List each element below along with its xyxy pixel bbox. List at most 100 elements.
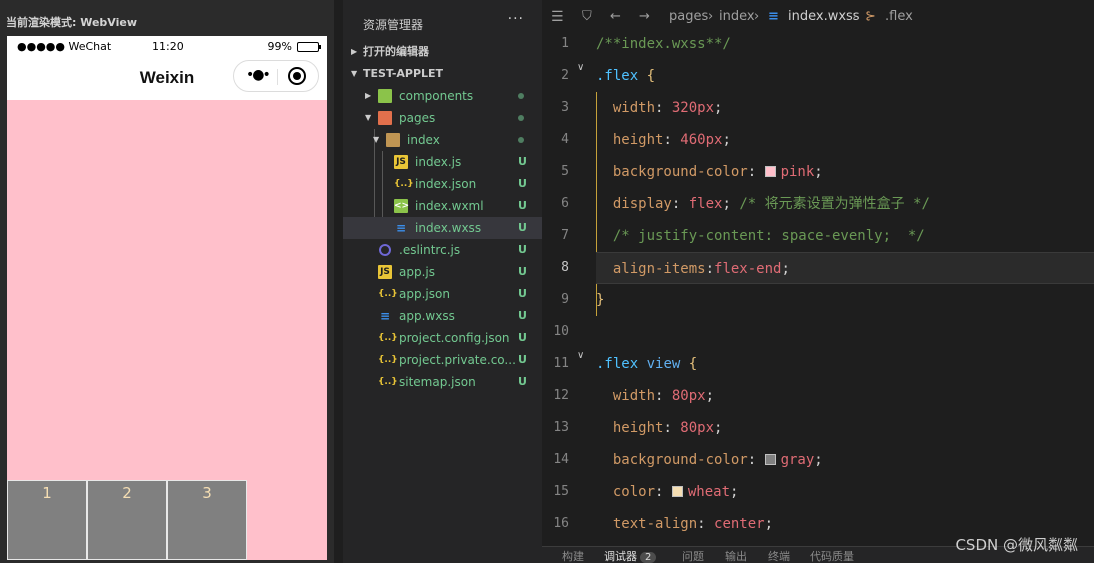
- tree-file-project-private[interactable]: {..} project.private.co... U: [343, 349, 542, 371]
- capsule-menu[interactable]: •●•: [233, 60, 319, 92]
- line-number: 10: [553, 324, 569, 339]
- chevron-right-icon: ▶: [365, 91, 372, 100]
- more-actions-icon[interactable]: ···: [508, 11, 524, 27]
- code-property: display: [612, 196, 672, 212]
- tree-file-sitemap[interactable]: {..} sitemap.json U: [343, 371, 542, 393]
- code-line: }: [596, 284, 1094, 316]
- modified-dot: [518, 115, 524, 121]
- line-number: 9: [561, 292, 569, 307]
- tree-file-project-config[interactable]: {..} project.config.json U: [343, 327, 542, 349]
- tree-folder-index[interactable]: ▼ index: [343, 129, 542, 151]
- line-number: 8: [561, 260, 569, 275]
- tree-file-app-js[interactable]: JS app.js U: [343, 261, 542, 283]
- color-swatch[interactable]: [764, 454, 776, 465]
- line-number: 15: [553, 484, 569, 499]
- tree-file-index-js[interactable]: JS index.js U: [343, 151, 542, 173]
- css-file-icon: ≡: [379, 309, 391, 323]
- git-status: U: [518, 243, 527, 256]
- breadcrumb-item[interactable]: index: [719, 9, 755, 24]
- battery-status: 99%: [267, 40, 321, 53]
- carrier-label: ●●●●● WeChat: [17, 40, 112, 53]
- code-line: width: 80px;: [612, 388, 715, 404]
- code-brace: {: [646, 68, 656, 84]
- tree-folder-pages[interactable]: ▼ pages: [343, 107, 542, 129]
- tree-file-index-wxss[interactable]: ≡ index.wxss U: [343, 217, 542, 239]
- tab-terminal[interactable]: 终端: [768, 548, 790, 563]
- code-value: 460px: [680, 132, 723, 148]
- tree-file-app-json[interactable]: {..} app.json U: [343, 283, 542, 305]
- code-value: flex-end: [714, 261, 782, 277]
- git-status: U: [518, 177, 527, 190]
- tree-item-label: app.json: [399, 287, 450, 301]
- bookmark-icon[interactable]: ⛉: [582, 9, 592, 24]
- tree-item-label: index: [407, 133, 440, 147]
- tree-folder-components[interactable]: ▶ components: [343, 85, 542, 107]
- fold-chevron-icon[interactable]: ∨: [577, 350, 584, 361]
- close-mini-program-icon[interactable]: [288, 67, 306, 85]
- chevron-right-icon: ›: [852, 9, 858, 24]
- tree-item-label: project.config.json: [399, 331, 510, 345]
- json-file-icon: {..}: [378, 289, 398, 299]
- breadcrumb-item[interactable]: pages: [669, 9, 708, 24]
- tab-debugger[interactable]: 调试器 2: [604, 548, 657, 563]
- chevron-right-icon: ›: [708, 9, 714, 24]
- git-status: U: [518, 287, 527, 300]
- code-value: center: [714, 516, 765, 532]
- phone-status-bar: ●●●●● WeChat 11:20 99%: [7, 36, 327, 58]
- tree-item-label: project.private.co...: [399, 353, 516, 367]
- code-selector: .flex: [596, 356, 639, 372]
- simulator-panel: 当前渲染模式: WebView ●●●●● WeChat 11:20 99% W…: [0, 0, 334, 563]
- breadcrumb-item[interactable]: index.wxss: [788, 9, 860, 24]
- tree-file-index-wxml[interactable]: <> index.wxml U: [343, 195, 542, 217]
- tab-build[interactable]: 构建: [562, 548, 584, 563]
- symbol-icon: ⊱: [865, 9, 876, 24]
- folder-icon: [378, 89, 392, 103]
- json-file-icon: {..}: [378, 355, 398, 365]
- flex-item: 2: [87, 480, 167, 560]
- tree-file-eslintrc[interactable]: .eslintrc.js U: [343, 239, 542, 261]
- code-value: 80px: [671, 388, 706, 404]
- modified-dot: [518, 93, 524, 99]
- current-code-line: align-items:flex-end;: [596, 252, 1094, 284]
- code-value: wheat: [687, 484, 731, 500]
- code-property: text-align: [612, 516, 698, 532]
- chevron-right-icon: ▶: [351, 47, 358, 56]
- line-number: 7: [561, 228, 569, 243]
- list-icon[interactable]: ☰: [551, 9, 564, 25]
- tree-file-app-wxss[interactable]: ≡ app.wxss U: [343, 305, 542, 327]
- tree-item-label: app.wxss: [399, 309, 455, 323]
- code-editor: ☰ ⛉ ← → pages › index › ≡ index.wxss › ⊱…: [542, 0, 1094, 563]
- line-number: 3: [561, 100, 569, 115]
- breadcrumb-item[interactable]: .flex: [885, 9, 913, 24]
- chevron-down-icon: ▼: [351, 69, 358, 78]
- mini-program-nav-bar: Weixin •●•: [7, 58, 327, 100]
- code-value: gray: [780, 452, 815, 468]
- color-swatch[interactable]: [764, 166, 776, 177]
- open-editors-section[interactable]: ▶ 打开的编辑器: [343, 41, 542, 63]
- json-file-icon: {..}: [394, 179, 414, 189]
- tree-item-label: index.wxml: [415, 199, 484, 213]
- back-arrow-icon[interactable]: ←: [610, 9, 621, 24]
- fold-chevron-icon[interactable]: ∨: [577, 62, 584, 73]
- render-mode-label: 当前渲染模式: WebView: [6, 16, 138, 29]
- line-number: 13: [553, 420, 569, 435]
- git-status: U: [518, 221, 527, 234]
- tab-problems[interactable]: 问题: [682, 548, 704, 563]
- flex-container: 1 2 3: [7, 100, 327, 560]
- tree-item-label: index.json: [415, 177, 477, 191]
- more-dots-icon[interactable]: •●•: [246, 67, 271, 83]
- debugger-count-badge: 2: [640, 552, 657, 563]
- code-line: height: 460px;: [612, 132, 731, 148]
- tree-item-label: pages: [399, 111, 436, 125]
- code-property: width: [612, 388, 656, 404]
- project-section[interactable]: ▼ TEST-APPLET: [343, 63, 542, 85]
- tab-output[interactable]: 输出: [725, 548, 747, 563]
- battery-percent: 99%: [267, 40, 292, 53]
- tree-file-index-json[interactable]: {..} index.json U: [343, 173, 542, 195]
- tab-code-quality[interactable]: 代码质量: [810, 548, 854, 563]
- line-number: 11: [553, 356, 569, 371]
- code-value: 80px: [680, 420, 715, 436]
- forward-arrow-icon[interactable]: →: [639, 9, 650, 24]
- color-swatch[interactable]: [671, 486, 683, 497]
